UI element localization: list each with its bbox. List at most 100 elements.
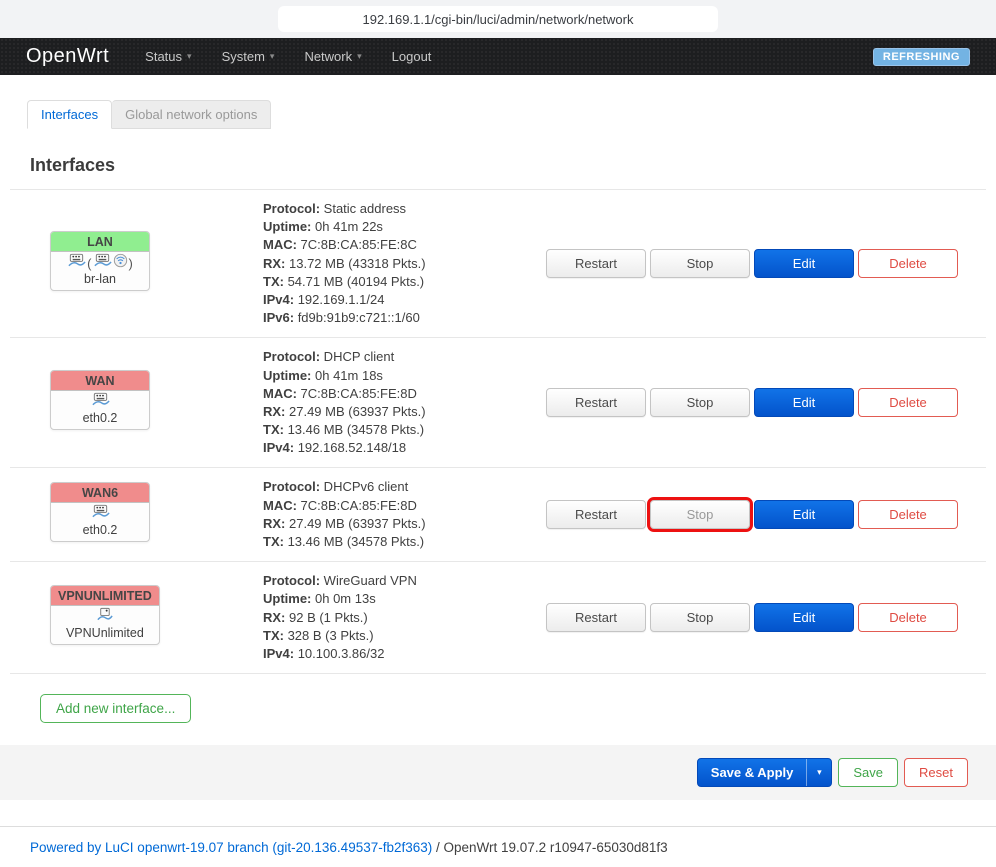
zone-badge: VPNUNLIMITED	[51, 586, 159, 606]
reset-button[interactable]: Reset	[904, 758, 968, 787]
stop-button[interactable]: Stop	[650, 603, 750, 632]
nav-item-network[interactable]: Network ▾	[304, 49, 361, 64]
restart-button[interactable]: Restart	[546, 603, 646, 632]
interface-row: VPNUNLIMITED VPNUnlimited Protocol: Wire…	[10, 562, 986, 674]
zone-badge: WAN6	[51, 483, 149, 503]
detail-line: Protocol: Static address	[263, 200, 546, 218]
interface-icons: ()	[57, 254, 143, 272]
detail-line: Uptime: 0h 41m 18s	[263, 367, 546, 385]
edit-button[interactable]: Edit	[754, 249, 854, 278]
chevron-down-icon: ▾	[817, 767, 822, 778]
url-field[interactable]: 192.169.1.1/cgi-bin/luci/admin/network/n…	[278, 6, 718, 32]
detail-line: Uptime: 0h 41m 22s	[263, 218, 546, 236]
browser-address-bar: 192.169.1.1/cgi-bin/luci/admin/network/n…	[0, 0, 996, 38]
nav-item-system[interactable]: System ▾	[222, 49, 275, 64]
edit-button[interactable]: Edit	[754, 500, 854, 529]
device-label: br-lan	[57, 272, 143, 286]
detail-line: IPv4: 192.168.52.148/18	[263, 439, 546, 457]
switch-icon	[91, 504, 110, 524]
detail-line: MAC: 7C:8B:CA:85:FE:8C	[263, 236, 546, 254]
stop-button[interactable]: Stop	[650, 388, 750, 417]
detail-line: IPv6: fd9b:91b9:c721::1/60	[263, 309, 546, 327]
nav-item-label: System	[222, 49, 265, 64]
detail-line: TX: 13.46 MB (34578 Pkts.)	[263, 421, 546, 439]
tab-bar: Interfaces Global network options	[27, 100, 996, 129]
detail-line: TX: 328 B (3 Pkts.)	[263, 627, 546, 645]
tab-interfaces[interactable]: Interfaces	[27, 100, 112, 129]
interface-status-box: LAN () br-lan	[50, 231, 150, 291]
delete-button[interactable]: Delete	[858, 249, 958, 278]
interface-row: WAN6 eth0.2 Protocol: DHCPv6 clientMAC: …	[10, 468, 986, 562]
nav-item-label: Status	[145, 49, 182, 64]
nav-item-label: Logout	[392, 49, 432, 64]
page-title: Interfaces	[30, 155, 996, 176]
refreshing-status-badge[interactable]: REFRESHING	[873, 48, 970, 66]
edit-button[interactable]: Edit	[754, 603, 854, 632]
save-apply-dropdown-toggle[interactable]: ▾	[806, 759, 831, 786]
detail-line: Uptime: 0h 0m 13s	[263, 590, 546, 608]
chevron-down-icon: ▾	[187, 51, 192, 62]
open-paren: (	[87, 257, 91, 270]
chevron-down-icon: ▾	[357, 51, 362, 62]
detail-line: RX: 27.49 MB (63937 Pkts.)	[263, 515, 546, 533]
detail-line: IPv4: 192.169.1.1/24	[263, 291, 546, 309]
interface-icons	[57, 608, 153, 626]
detail-line: Protocol: DHCPv6 client	[263, 478, 546, 496]
interface-icons	[57, 393, 143, 411]
detail-line: IPv4: 10.100.3.86/32	[263, 645, 546, 663]
delete-button[interactable]: Delete	[858, 603, 958, 632]
device-label: eth0.2	[57, 523, 143, 537]
footer-version-text: / OpenWrt 19.07.2 r10947-65030d81f3	[432, 840, 667, 855]
switch-icon	[91, 392, 110, 412]
nav-item-label: Network	[304, 49, 352, 64]
switch-icon	[93, 253, 112, 273]
detail-list: Protocol: DHCPv6 clientMAC: 7C:8B:CA:85:…	[263, 478, 546, 551]
openwrt-logo: OpenWrt	[26, 45, 109, 68]
stop-button[interactable]: Stop	[650, 500, 750, 529]
form-action-bar: Save & Apply ▾ Save Reset	[0, 745, 996, 800]
luci-branch-link[interactable]: Powered by LuCI openwrt-19.07 branch (gi…	[30, 840, 432, 855]
interface-status-box: VPNUNLIMITED VPNUnlimited	[50, 585, 160, 645]
save-apply-button[interactable]: Save & Apply	[698, 759, 807, 786]
interface-row: WAN eth0.2 Protocol: DHCP clientUptime: …	[10, 338, 986, 468]
detail-line: RX: 27.49 MB (63937 Pkts.)	[263, 403, 546, 421]
detail-line: TX: 54.71 MB (40194 Pkts.)	[263, 273, 546, 291]
nav-item-status[interactable]: Status ▾	[145, 49, 191, 64]
add-new-interface-button[interactable]: Add new interface...	[40, 694, 191, 723]
zone-badge: WAN	[51, 371, 149, 391]
chevron-down-icon: ▾	[270, 51, 275, 62]
interface-icons	[57, 505, 143, 523]
close-paren: )	[129, 257, 133, 270]
edit-button[interactable]: Edit	[754, 388, 854, 417]
tunnel-icon	[96, 607, 113, 627]
delete-button[interactable]: Delete	[858, 388, 958, 417]
save-apply-split-button: Save & Apply ▾	[697, 758, 833, 787]
restart-button[interactable]: Restart	[546, 388, 646, 417]
detail-list: Protocol: WireGuard VPNUptime: 0h 0m 13s…	[263, 572, 546, 663]
detail-line: RX: 13.72 MB (43318 Pkts.)	[263, 255, 546, 273]
detail-line: Protocol: DHCP client	[263, 348, 546, 366]
device-label: eth0.2	[57, 411, 143, 425]
restart-button[interactable]: Restart	[546, 249, 646, 278]
stop-button[interactable]: Stop	[650, 249, 750, 278]
zone-badge: LAN	[51, 232, 149, 252]
interface-list: LAN () br-lan Protocol: Static addressUp…	[10, 190, 986, 674]
detail-line: MAC: 7C:8B:CA:85:FE:8D	[263, 385, 546, 403]
detail-line: RX: 92 B (1 Pkts.)	[263, 609, 546, 627]
wifi-icon	[113, 253, 128, 273]
detail-line: TX: 13.46 MB (34578 Pkts.)	[263, 533, 546, 551]
restart-button[interactable]: Restart	[546, 500, 646, 529]
interface-row: LAN () br-lan Protocol: Static addressUp…	[10, 190, 986, 338]
interface-status-box: WAN eth0.2	[50, 370, 150, 430]
device-label: VPNUnlimited	[57, 626, 153, 640]
tab-global-network-options[interactable]: Global network options	[112, 100, 271, 129]
delete-button[interactable]: Delete	[858, 500, 958, 529]
detail-line: MAC: 7C:8B:CA:85:FE:8D	[263, 497, 546, 515]
interface-status-box: WAN6 eth0.2	[50, 482, 150, 542]
top-navbar: OpenWrt Status ▾ System ▾ Network ▾ Logo…	[0, 38, 996, 75]
detail-list: Protocol: Static addressUptime: 0h 41m 2…	[263, 200, 546, 327]
ethernet-icon	[67, 253, 86, 273]
nav-item-logout[interactable]: Logout	[392, 49, 432, 64]
detail-line: Protocol: WireGuard VPN	[263, 572, 546, 590]
save-button[interactable]: Save	[838, 758, 898, 787]
